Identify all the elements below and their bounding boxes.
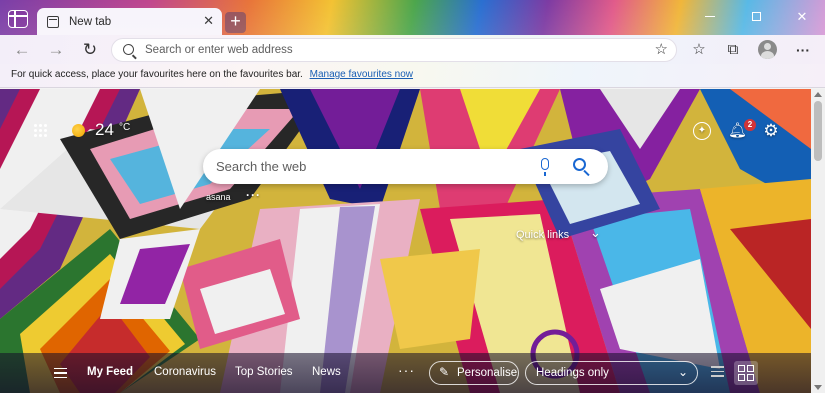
notification-badge: 2: [744, 119, 756, 131]
title-bar: New tab ✕ + ✕: [0, 0, 825, 35]
scroll-thumb[interactable]: [814, 101, 822, 161]
feed-tab-coronavirus[interactable]: Coronavirus: [154, 366, 216, 378]
background-image: [0, 89, 811, 393]
menu-icon[interactable]: [54, 368, 67, 378]
quick-links-toggle[interactable]: Quick links: [516, 229, 569, 241]
microphone-icon[interactable]: [541, 158, 549, 176]
weather-temperature[interactable]: 24: [95, 120, 114, 140]
scroll-up-icon[interactable]: [814, 92, 822, 97]
window-controls: ✕: [687, 0, 825, 33]
content-visibility-select[interactable]: Headings only ⌄: [525, 361, 698, 385]
pencil-icon: ✎: [439, 365, 450, 379]
feed-tab-my-feed[interactable]: My Feed: [87, 366, 133, 378]
web-search-box[interactable]: Search the web: [203, 149, 608, 184]
manage-favourites-link[interactable]: Manage favourites now: [310, 69, 413, 80]
page-scrollbar[interactable]: [811, 89, 825, 393]
forward-arrow-icon[interactable]: →: [46, 40, 66, 60]
sun-icon: [72, 124, 85, 137]
scroll-down-icon[interactable]: [814, 385, 822, 390]
tab-title: New tab: [69, 15, 112, 28]
pinned-site-more-button[interactable]: ···: [246, 188, 261, 202]
personalise-label: Personalise: [457, 367, 518, 379]
feed-navigation-bar: My Feed Coronavirus Top Stories News ···…: [0, 353, 811, 393]
address-placeholder: Search or enter web address: [145, 44, 293, 56]
tab-close-icon[interactable]: ✕: [203, 14, 214, 28]
new-tab-button[interactable]: +: [225, 12, 246, 33]
minimize-button[interactable]: [687, 0, 733, 33]
chevron-down-icon[interactable]: ⌄: [590, 225, 601, 241]
collections-icon[interactable]: ⧉: [724, 41, 742, 59]
favourites-icon[interactable]: ☆: [690, 41, 708, 59]
maximize-icon: [751, 12, 761, 21]
favourites-bar-message: For quick access, place your favourites …: [11, 69, 303, 80]
star-plus-icon[interactable]: ☆: [655, 40, 668, 58]
minimize-icon: [705, 15, 715, 18]
feed-tab-top-stories[interactable]: Top Stories: [235, 366, 293, 378]
weather-unit: °C: [119, 122, 131, 133]
pinned-site-label[interactable]: asana: [206, 192, 231, 202]
refresh-icon[interactable]: ↻: [80, 40, 100, 60]
feed-more-button[interactable]: ···: [398, 362, 415, 378]
grid-view-icon[interactable]: [734, 361, 758, 385]
tab-new-tab[interactable]: New tab ✕: [37, 8, 222, 35]
back-arrow-icon[interactable]: ←: [12, 40, 32, 60]
rewards-icon[interactable]: ✦: [693, 122, 711, 140]
gear-icon[interactable]: ⚙: [762, 122, 780, 140]
maximize-button[interactable]: [733, 0, 779, 33]
list-view-icon[interactable]: [711, 366, 724, 378]
search-icon[interactable]: [573, 158, 586, 171]
chevron-down-icon: ⌄: [677, 365, 688, 379]
apps-grid-icon[interactable]: [34, 124, 48, 138]
personalise-button[interactable]: ✎ Personalise: [429, 361, 519, 385]
new-tab-favicon-icon: [47, 15, 59, 28]
profile-avatar-icon[interactable]: [758, 40, 777, 59]
web-search-placeholder: Search the web: [216, 159, 307, 174]
feed-tab-news[interactable]: News: [312, 366, 341, 378]
toolbar: ← → ↻ Search or enter web address ☆ ☆ ⧉ …: [0, 35, 825, 64]
favourites-bar: For quick access, place your favourites …: [0, 64, 825, 88]
more-icon[interactable]: ···: [794, 41, 812, 59]
content-visibility-value: Headings only: [536, 367, 609, 379]
address-bar[interactable]: Search or enter web address ☆: [111, 38, 677, 62]
new-tab-page: 24 °C ✦ 🔔︎ 2 ⚙ Search the web asana ··· …: [0, 89, 811, 393]
tab-actions-icon[interactable]: [8, 10, 28, 28]
search-icon: [123, 44, 134, 55]
close-window-button[interactable]: ✕: [779, 0, 825, 33]
